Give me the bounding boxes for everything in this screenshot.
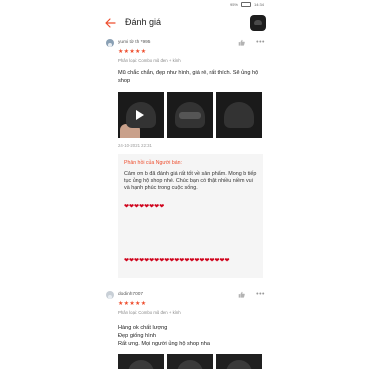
review-photos [118, 92, 262, 138]
review-photos [118, 354, 262, 369]
thumbs-up-icon[interactable] [238, 39, 245, 46]
rating-stars: ★★★★★ [118, 49, 147, 55]
hearts-row: ❤❤❤❤❤❤❤❤❤❤❤❤❤❤❤❤❤❤❤❤❤ [124, 258, 230, 264]
goggles-image [179, 112, 201, 119]
review-comment: Hàng ok chất lượng Đẹp giống hình Rất ưn… [118, 325, 211, 347]
avatar[interactable] [106, 39, 114, 47]
more-icon[interactable]: ••• [256, 39, 265, 46]
reviewer-username: yumi tờ th *995 [118, 40, 151, 45]
play-icon[interactable] [136, 110, 144, 120]
hearts-row: ❤❤❤❤❤❤❤❤ [124, 204, 165, 210]
review-date: 24-10-2021 22:31 [118, 143, 152, 148]
battery-icon [240, 2, 251, 7]
review-comment: Mũ chắc chắn, đẹp như hình, giá rẻ, rất … [118, 70, 259, 84]
helmet-image [128, 360, 154, 369]
review-video-thumbnail[interactable] [118, 92, 164, 138]
helmet-image [177, 360, 203, 369]
variant-label: Phân loại: Combo mũ đen + kính [118, 58, 181, 63]
helmet-image [226, 360, 252, 369]
back-arrow-icon[interactable] [104, 17, 116, 29]
network-status: 95% [229, 2, 238, 7]
reviewer-username: dodinh7007 [118, 292, 144, 297]
page-title: Đánh giá [125, 17, 162, 27]
thumbs-up-icon[interactable] [238, 291, 245, 298]
seller-reply: Phản hồi của Người bán: Cảm ơn b đã đánh… [118, 154, 263, 278]
clock: 14:34 [253, 2, 264, 7]
review-photo[interactable] [216, 92, 262, 138]
review-photo[interactable] [118, 354, 164, 369]
status-bar: 95% 14:34 [230, 2, 264, 7]
review-photo[interactable] [167, 92, 213, 138]
product-thumbnail[interactable] [250, 15, 266, 31]
helmet-image [224, 102, 254, 128]
review-photo[interactable] [216, 354, 262, 369]
variant-label: Phân loại: Combo mũ đen + kính [118, 310, 181, 315]
seller-reply-text: Cảm ơn b đã đánh giá rất tốt về sản phẩm… [124, 171, 257, 192]
avatar[interactable] [106, 291, 114, 299]
review-photo[interactable] [167, 354, 213, 369]
review-screen: 95% 14:34 Đánh giá yumi tờ th *995 ••• ★… [98, 0, 272, 369]
header: Đánh giá [98, 12, 272, 34]
rating-stars: ★★★★★ [118, 301, 147, 307]
seller-reply-title: Phản hồi của Người bán: [124, 160, 182, 166]
more-icon[interactable]: ••• [256, 291, 265, 298]
